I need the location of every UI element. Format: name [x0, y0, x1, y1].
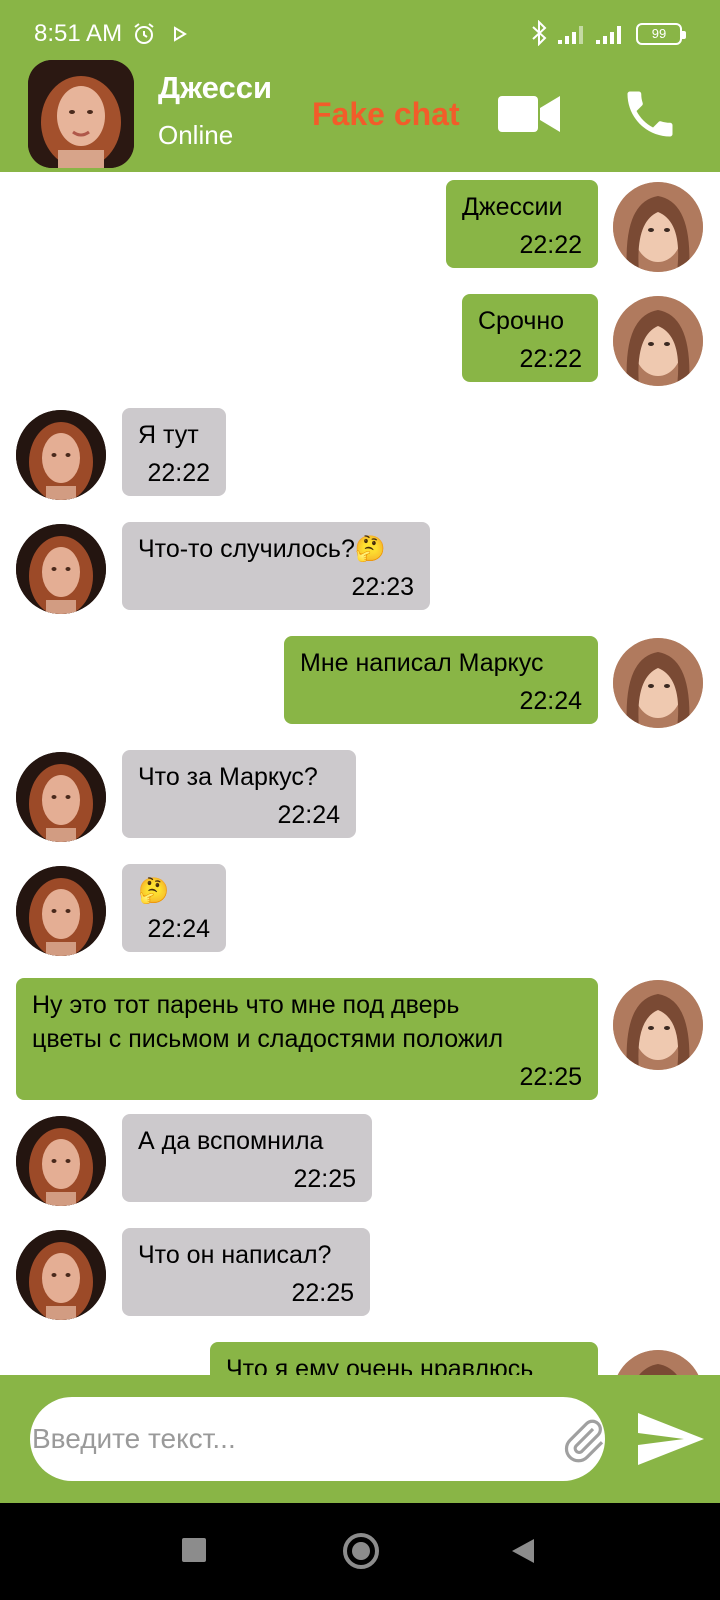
message-list[interactable]: Джессии 22:22 Срочно 22:22 Я тут 22:22 Ч…: [0, 172, 720, 1375]
message-row: Что-то случилось?🤔 22:23: [0, 522, 720, 614]
my-avatar: [613, 1350, 703, 1375]
message-bubble-incoming[interactable]: А да вспомнила 22:25: [122, 1114, 372, 1202]
message-row: Мне написал Маркус 22:24: [0, 636, 720, 728]
message-bubble-outgoing[interactable]: Ну это тот парень что мне под дверь цвет…: [16, 978, 598, 1100]
recents-button[interactable]: [182, 1538, 206, 1562]
message-row: Срочно 22:22: [0, 294, 720, 386]
contact-avatar-small: [16, 410, 106, 500]
message-bubble-outgoing[interactable]: Срочно 22:22: [462, 294, 598, 382]
message-row: 🤔 22:24: [0, 864, 720, 956]
message-text: Что-то случилось?🤔: [138, 535, 386, 563]
system-nav-bar: [0, 1503, 720, 1600]
message-time: 22:25: [293, 1165, 356, 1193]
message-text: Что я ему очень нравлюсь: [226, 1355, 534, 1375]
message-time: 22:24: [147, 915, 210, 943]
composer-bar: [0, 1375, 720, 1503]
bluetooth-icon: [532, 20, 547, 46]
contact-avatar-small: [16, 752, 106, 842]
my-avatar: [613, 296, 703, 386]
message-text: Джессии: [462, 193, 563, 221]
signal-icon: [596, 26, 621, 44]
app-label: Fake chat: [312, 96, 460, 132]
message-row: Джессии 22:22: [0, 180, 720, 272]
contact-avatar-small: [16, 1230, 106, 1320]
message-bubble-outgoing[interactable]: Мне написал Маркус 22:24: [284, 636, 598, 724]
signal-icon: [558, 26, 583, 44]
message-time: 22:25: [291, 1279, 354, 1307]
message-input[interactable]: [30, 1415, 530, 1463]
contact-name: Джесси: [158, 70, 273, 105]
video-call-icon[interactable]: [498, 92, 562, 136]
alarm-icon: [134, 23, 154, 44]
message-row: Что я ему очень нравлюсь: [0, 1342, 720, 1375]
message-text: Я тут: [138, 421, 199, 449]
status-time: 8:51 AM: [34, 20, 123, 47]
message-bubble-incoming[interactable]: Что он написал? 22:25: [122, 1228, 370, 1316]
battery-level: 99: [651, 26, 667, 41]
message-row: Я тут 22:22: [0, 408, 720, 500]
my-avatar: [613, 980, 703, 1070]
message-input-container: [30, 1397, 605, 1481]
battery-icon: 99: [636, 23, 686, 45]
contact-avatar-small: [16, 866, 106, 956]
message-time: 22:25: [519, 1063, 582, 1091]
play-store-icon: [174, 26, 187, 42]
back-button[interactable]: [510, 1537, 536, 1565]
message-row: А да вспомнила 22:25: [0, 1114, 720, 1206]
message-text: А да вспомнила: [138, 1127, 324, 1155]
my-avatar: [613, 182, 703, 272]
contact-status: Online: [158, 120, 234, 150]
message-bubble-outgoing[interactable]: Джессии 22:22: [446, 180, 598, 268]
message-time: 22:22: [519, 231, 582, 259]
message-text: Ну это тот парень что мне под дверь цвет…: [32, 991, 504, 1053]
message-bubble-incoming[interactable]: Что-то случилось?🤔 22:23: [122, 522, 430, 610]
message-bubble-outgoing[interactable]: Что я ему очень нравлюсь: [210, 1342, 598, 1375]
message-time: 22:22: [519, 345, 582, 373]
message-time: 22:24: [277, 801, 340, 829]
message-text: Что за Маркус?: [138, 763, 318, 791]
home-button[interactable]: [343, 1533, 379, 1569]
message-row: Ну это тот парень что мне под дверь цвет…: [0, 978, 720, 1102]
message-bubble-incoming[interactable]: 🤔 22:24: [122, 864, 226, 952]
contact-avatar[interactable]: [28, 60, 134, 168]
message-time: 22:22: [147, 459, 210, 487]
contact-avatar-small: [16, 524, 106, 614]
contact-avatar-small: [16, 1116, 106, 1206]
message-time: 22:23: [351, 573, 414, 601]
message-text: Что он написал?: [138, 1241, 332, 1269]
message-row: Что он написал? 22:25: [0, 1228, 720, 1320]
send-icon[interactable]: [636, 1411, 706, 1467]
status-bar: 8:51 AM 99: [0, 0, 720, 62]
message-text: 🤔: [138, 877, 170, 905]
my-avatar: [613, 638, 703, 728]
phone-call-icon[interactable]: [620, 84, 680, 144]
message-row: Что за Маркус? 22:24: [0, 750, 720, 842]
attach-icon[interactable]: [560, 1417, 608, 1465]
message-time: 22:24: [519, 687, 582, 715]
top-bar: 8:51 AM 99 Джесси Online Fake chat: [0, 0, 720, 172]
message-bubble-incoming[interactable]: Что за Маркус? 22:24: [122, 750, 356, 838]
message-text: Срочно: [478, 307, 565, 335]
message-text: Мне написал Маркус: [300, 649, 544, 677]
message-bubble-incoming[interactable]: Я тут 22:22: [122, 408, 226, 496]
